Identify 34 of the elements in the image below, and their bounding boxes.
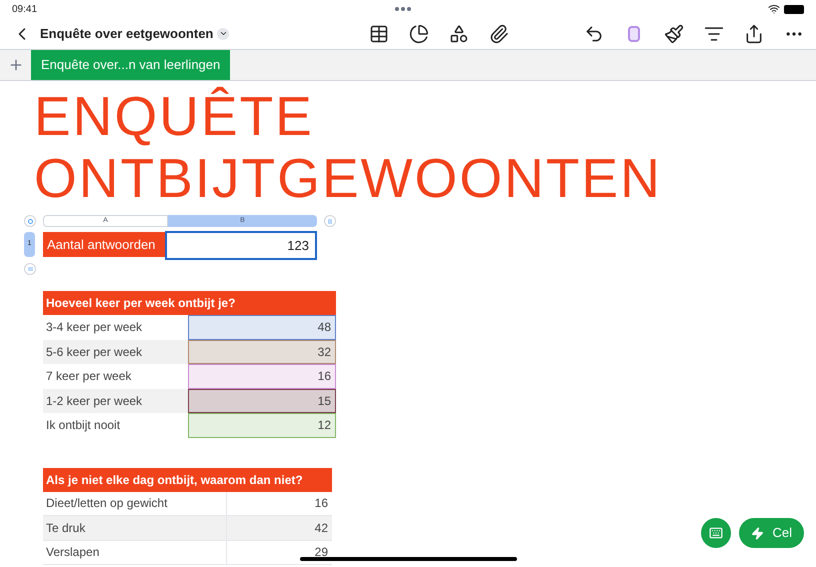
lightning-icon[interactable]	[751, 526, 764, 540]
table-cell-text: 16	[314, 495, 329, 512]
keyboard-icon[interactable]	[709, 526, 724, 540]
chevron-down-icon[interactable]	[217, 28, 230, 40]
table-cell: Dieet/letten op gewicht	[43, 492, 227, 515]
colored-value-cell: 12	[188, 413, 336, 438]
table-cell-text: 1-2 keer per week	[45, 392, 144, 410]
more-dots-icon	[394, 7, 411, 11]
table-cell-text: 7 keer per week	[45, 368, 132, 386]
colored-value-cell: 16	[188, 364, 336, 388]
table-cell-text: 3-4 keer per week	[45, 319, 144, 336]
plus-icon[interactable]	[8, 57, 24, 73]
keyboard-button[interactable]	[701, 518, 732, 548]
title-line: ONTBIJTGEWOONTEN	[34, 147, 662, 209]
table-cell-text: 5-6 keer per week	[45, 344, 144, 361]
pause-handle[interactable]	[324, 215, 336, 227]
table-cell: Aantal antwoorden	[43, 232, 165, 257]
selected-cell[interactable]: 123	[165, 231, 317, 260]
table-header: Als je niet elke dag ontbijt, waarom dan niet?	[43, 468, 332, 492]
table-cell-text: 42	[314, 520, 329, 537]
table-header: Hoeveel keer per week ontbijt je?	[43, 291, 336, 315]
status-time: 09:41	[12, 2, 38, 16]
table-cell: Verslapen	[43, 540, 227, 564]
colored-value-cell: 48	[188, 315, 336, 340]
select-all-handle[interactable]	[24, 215, 36, 227]
document-title[interactable]: Enquête over eetgewoonten	[40, 24, 214, 44]
table-cell: Te druk	[43, 516, 227, 540]
title-line: ENQUÊTE	[34, 85, 314, 147]
colored-value-cell: 32	[188, 340, 336, 364]
colored-value-cell: 15	[188, 388, 336, 413]
table-cell-text: 29	[314, 544, 329, 562]
battery-icon	[784, 4, 804, 14]
equals-handle[interactable]	[24, 263, 36, 275]
table-cell-text: Ik ontbijt nooit	[45, 417, 122, 434]
